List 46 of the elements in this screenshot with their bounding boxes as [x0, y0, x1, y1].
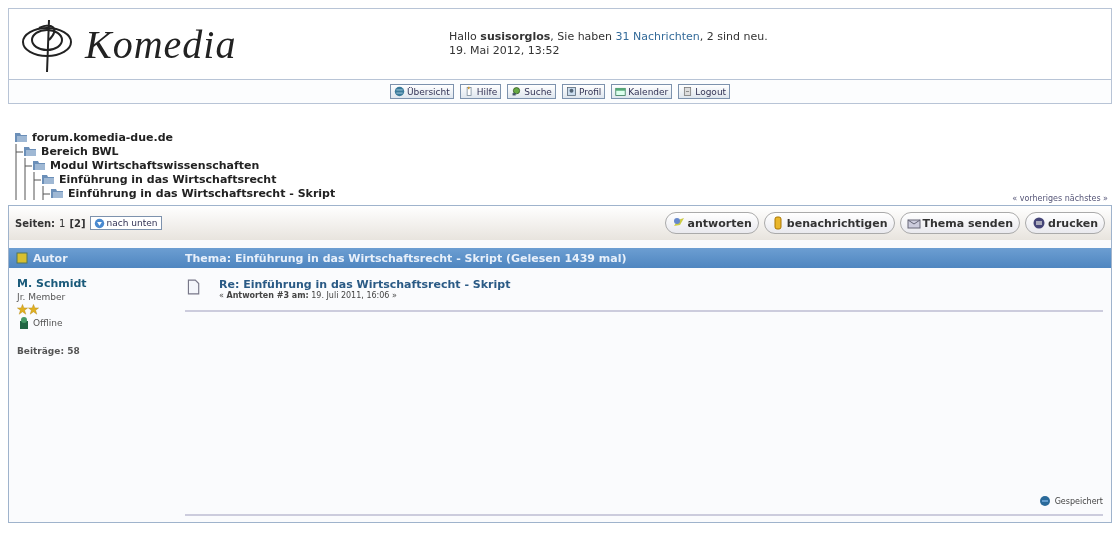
- action-button[interactable]: Thema senden: [899, 212, 1021, 234]
- globe-icon: [393, 86, 405, 97]
- breadcrumb-link[interactable]: Bereich BWL: [41, 144, 119, 158]
- status-text: Offline: [33, 317, 63, 329]
- column-header: Autor: [33, 251, 68, 265]
- profile-icon: [565, 86, 577, 97]
- nav-button[interactable]: Hilfe: [459, 84, 502, 99]
- post-title-link[interactable]: Re: Einführung in das Wirtschaftsrecht - Skript: [219, 278, 511, 291]
- greeting-text: Hallo susisorglos, Sie haben 31 Nachrichten, 2 sind neu.: [449, 30, 768, 44]
- nav-button[interactable]: Suche: [507, 84, 556, 99]
- tree-lines: [14, 186, 50, 200]
- date-text: 19. Mai 2012, 13:52: [449, 44, 561, 58]
- breadcrumb-link[interactable]: Einführung in das Wirtschaftsrecht - Skript: [68, 186, 336, 200]
- nav-button[interactable]: Logout: [678, 84, 731, 99]
- envelope-icon: [906, 216, 921, 230]
- prev-next-links[interactable]: « vorheriges nächstes »: [1012, 194, 1108, 203]
- document-icon: [185, 278, 201, 296]
- rank-text: Jr. Member: [17, 291, 67, 303]
- post-meta: « Antworten #3 am: 19. Juli 2011, 16:06 »: [219, 291, 398, 300]
- folder-icon: [32, 158, 46, 172]
- action-button[interactable]: benachrichtigen: [763, 212, 895, 234]
- messages-link[interactable]: 31 Nachrichten: [615, 30, 700, 43]
- nav-button[interactable]: Übersicht: [389, 84, 454, 99]
- saved-text: Gespeichert: [1054, 496, 1103, 506]
- breadcrumb-link[interactable]: Einführung in das Wirtschaftsrecht: [59, 172, 277, 186]
- folder-icon: [41, 172, 55, 186]
- page-link[interactable]: [2]: [69, 217, 86, 229]
- author-link[interactable]: M. Schmidt: [17, 278, 157, 290]
- logo-text: Komedia: [85, 20, 237, 68]
- scroll-down-button[interactable]: nach unten: [89, 216, 162, 230]
- printer-icon: [1032, 216, 1047, 230]
- topic-header: Thema: Einführung in das Wirtschaftsrecht - Skript (Gelesen 1439 mal): [185, 251, 627, 265]
- nav-button[interactable]: Profil: [561, 84, 606, 99]
- post-count: Beiträge: 58: [17, 345, 81, 357]
- nav-button[interactable]: Kalender: [611, 84, 673, 99]
- action-button[interactable]: antworten: [664, 212, 759, 234]
- pages-label: Seiten:: [15, 217, 56, 229]
- page-link[interactable]: 1: [59, 217, 66, 229]
- folder-icon: [50, 186, 64, 200]
- calendar-icon: [615, 86, 627, 97]
- folder-icon: [14, 130, 28, 144]
- breadcrumb-link[interactable]: Modul Wirtschaftswissenschaften: [50, 158, 260, 172]
- rank-stars-icon: [17, 304, 39, 315]
- action-button[interactable]: drucken: [1025, 212, 1105, 234]
- folder-icon: [23, 144, 37, 158]
- breadcrumb-link[interactable]: forum.komedia-due.de: [32, 130, 174, 144]
